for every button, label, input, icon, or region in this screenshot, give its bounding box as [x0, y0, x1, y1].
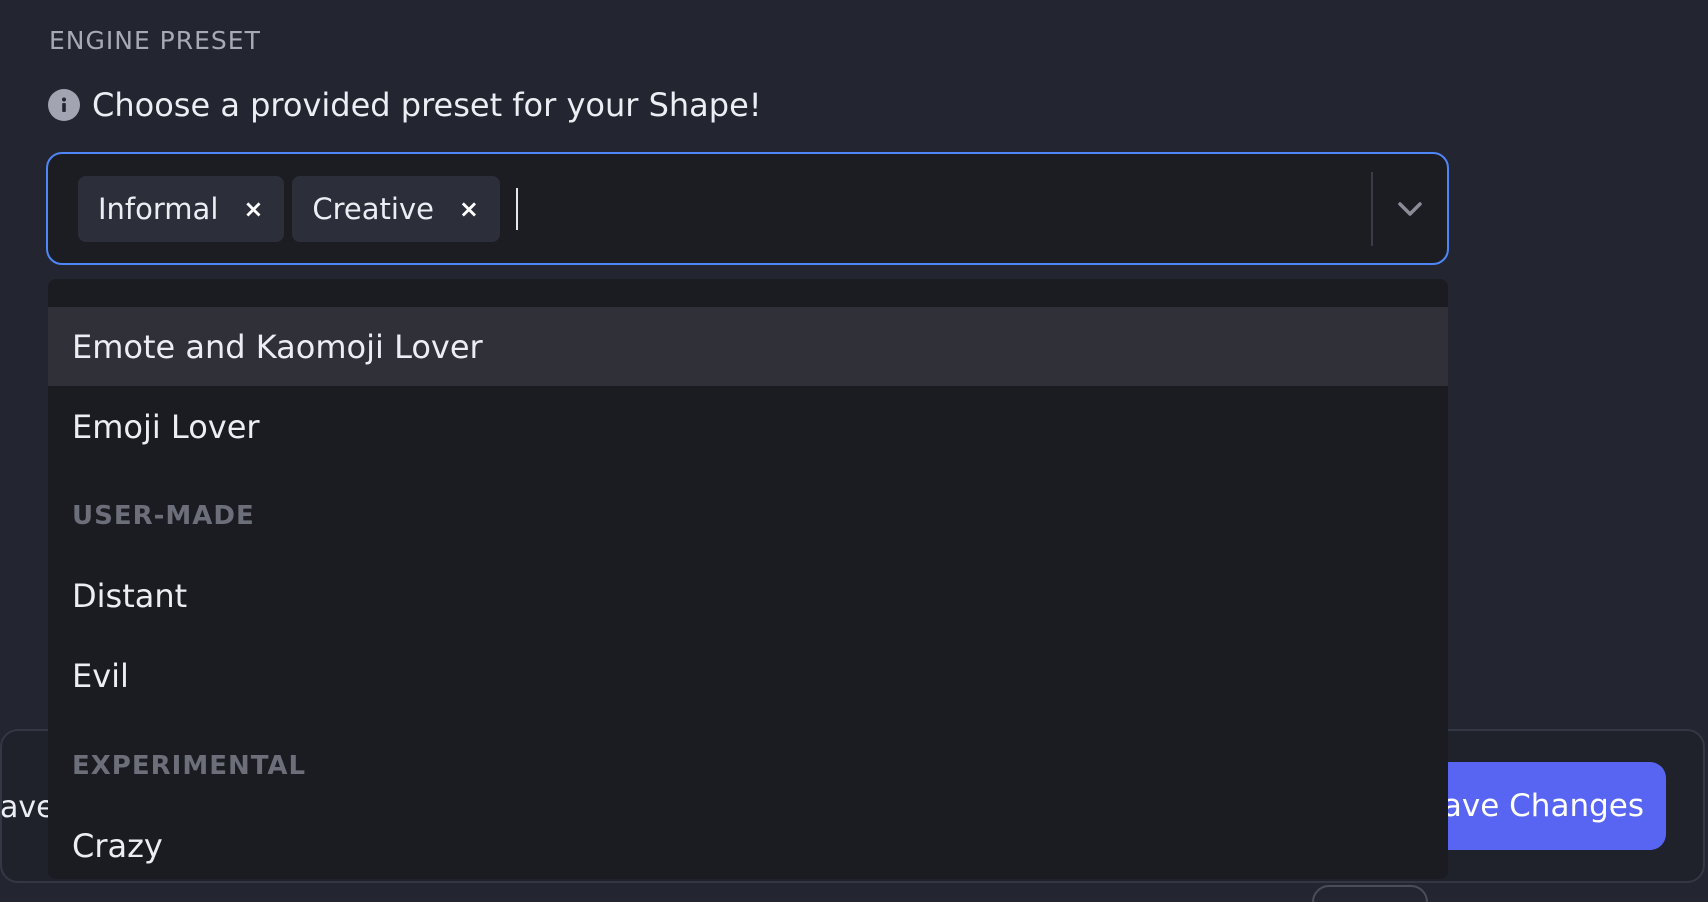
- option-distant[interactable]: Distant: [48, 556, 1448, 635]
- bottom-pill-button[interactable]: [1312, 885, 1428, 902]
- footer-left-button[interactable]: ave: [0, 790, 55, 825]
- preset-hint: Choose a provided preset for your Shape!: [48, 86, 762, 124]
- section-title: ENGINE PRESET: [49, 26, 261, 55]
- option-emote-and-kaomoji-lover[interactable]: Emote and Kaomoji Lover: [48, 307, 1448, 386]
- chip-label: Informal: [98, 191, 219, 226]
- preset-dropdown-menu[interactable]: Emote and Kaomoji Lover Emoji Lover USER…: [48, 279, 1448, 879]
- engine-preset-select[interactable]: Informal × Creative ×: [46, 152, 1449, 265]
- info-icon: [48, 89, 80, 121]
- chip-informal: Informal ×: [78, 175, 285, 242]
- text-caret[interactable]: [515, 187, 518, 230]
- group-label-experimental: EXPERIMENTAL: [72, 751, 307, 781]
- group-label-user-made: USER-MADE: [72, 501, 255, 531]
- page: ENGINE PRESET Choose a provided preset f…: [0, 0, 1708, 902]
- remove-chip-informal-icon[interactable]: ×: [236, 189, 270, 229]
- chip-label: Creative: [312, 191, 434, 226]
- option-evil[interactable]: Evil: [48, 636, 1448, 715]
- option-crazy[interactable]: Crazy: [48, 806, 1448, 879]
- hint-text: Choose a provided preset for your Shape!: [92, 86, 762, 124]
- remove-chip-creative-icon[interactable]: ×: [452, 189, 486, 229]
- option-emoji-lover[interactable]: Emoji Lover: [48, 387, 1448, 466]
- chip-creative: Creative ×: [292, 175, 500, 242]
- chevron-down-icon[interactable]: [1373, 154, 1447, 263]
- selected-chips: Informal × Creative ×: [48, 175, 1371, 242]
